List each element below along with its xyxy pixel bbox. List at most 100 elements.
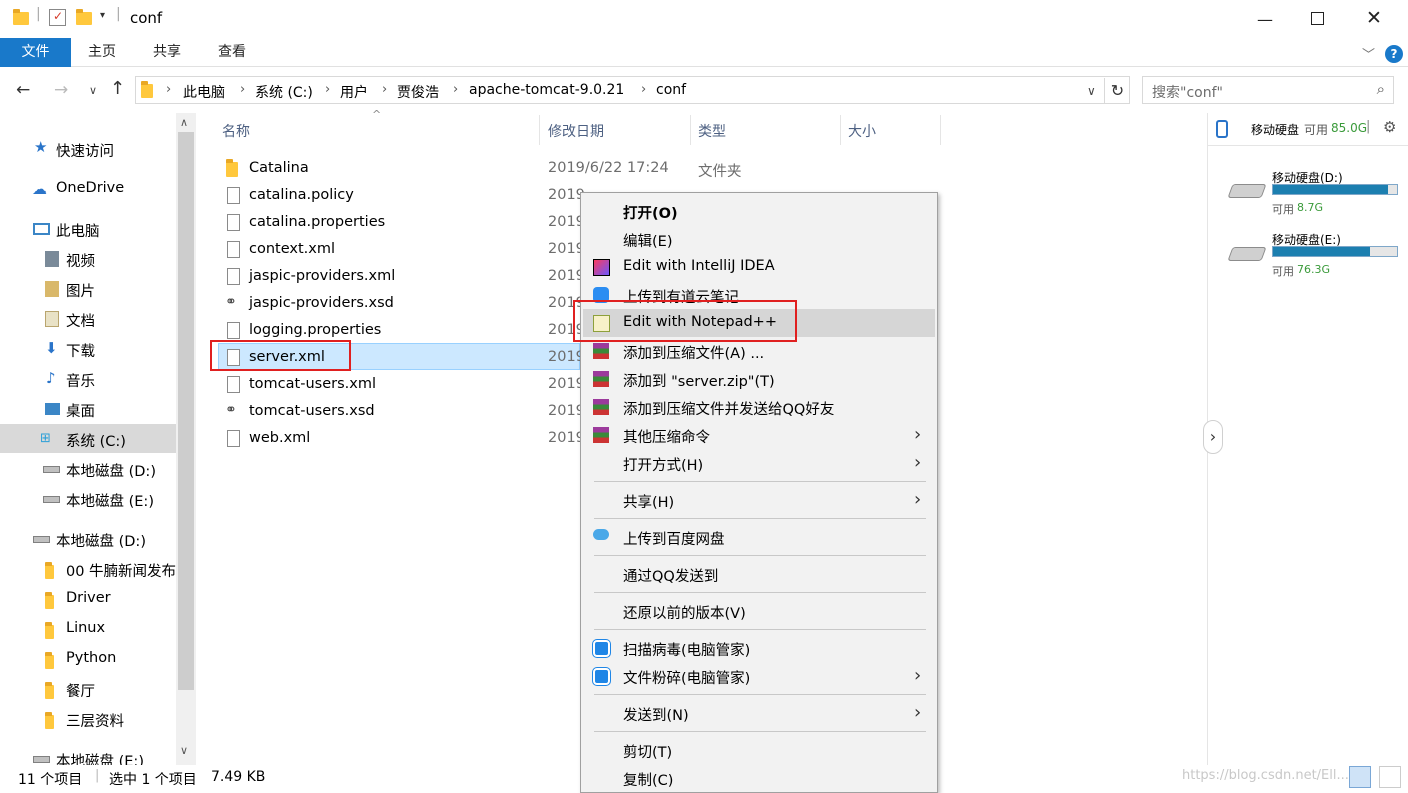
file-name: tomcat-users.xml (249, 376, 376, 392)
sort-ascending-icon: ^ (372, 108, 382, 121)
hard-drive-icon (33, 756, 50, 763)
new-folder-quick-button[interactable] (76, 9, 92, 25)
crumb-user-folder[interactable]: 贾俊浩 (397, 82, 439, 102)
tab-home[interactable]: 主页 (88, 38, 116, 67)
nav-this-pc[interactable]: 此电脑 (56, 220, 100, 241)
folder-icon (226, 159, 238, 177)
nav-local-d[interactable]: 本地磁盘 (D:) (66, 460, 156, 481)
tab-view[interactable]: 查看 (218, 38, 246, 67)
context-menu-separator (594, 629, 926, 630)
address-dropdown-chevron-icon[interactable]: ∨ (1087, 84, 1096, 98)
up-arrow-icon[interactable]: ↑ (110, 78, 125, 99)
file-name: catalina.policy (249, 187, 354, 203)
properties-quick-button[interactable]: ✓ (49, 9, 66, 26)
scroll-down-chevron-icon[interactable]: ∨ (180, 744, 188, 757)
nav-folder-python[interactable]: Python (66, 650, 116, 666)
nav-desktop[interactable]: 桌面 (66, 400, 95, 421)
details-view-button[interactable] (1349, 766, 1371, 788)
schema-file-icon: ⚭ (225, 402, 237, 418)
drive-e-usage-bar (1272, 246, 1398, 257)
maximize-button[interactable] (1311, 12, 1324, 25)
context-menu-label: 编辑(E) (623, 234, 673, 250)
context-menu-label: 打开(O) (623, 206, 678, 222)
minimize-button[interactable]: — (1257, 10, 1273, 29)
help-icon[interactable]: ? (1385, 45, 1403, 63)
search-input[interactable]: 搜索"conf" ⌕ (1142, 76, 1394, 104)
forward-arrow-icon[interactable]: → (54, 80, 68, 100)
gear-icon[interactable]: ⚙ (1383, 118, 1396, 136)
hard-drive-icon (33, 536, 50, 543)
star-icon: ★ (34, 138, 48, 156)
context-menu-label: 扫描病毒(电脑管家) (623, 643, 751, 659)
column-divider[interactable] (690, 115, 691, 145)
nav-downloads[interactable]: 下载 (66, 340, 95, 361)
nav-drive-d[interactable]: 本地磁盘 (D:) (56, 530, 146, 551)
nav-videos[interactable]: 视频 (66, 250, 95, 271)
column-header-type[interactable]: 类型 (698, 121, 726, 141)
crumb-users[interactable]: 用户 (340, 82, 368, 102)
file-name: Catalina (249, 160, 309, 176)
nav-folder-driver[interactable]: Driver (66, 590, 111, 606)
nav-scrollbar-thumb[interactable] (178, 132, 194, 690)
refresh-icon[interactable]: ↻ (1104, 78, 1130, 104)
nav-folder-three-tier[interactable]: 三层资料 (66, 710, 124, 731)
nav-pictures[interactable]: 图片 (66, 280, 95, 301)
baidu-netdisk-icon (593, 529, 609, 540)
tencent-pc-manager-icon (592, 667, 611, 686)
context-menu-label: 共享(H) (623, 495, 675, 511)
search-placeholder: 搜索"conf" (1152, 85, 1223, 101)
drive-d-usage-fill (1273, 185, 1389, 194)
column-divider[interactable] (940, 115, 941, 145)
nav-documents[interactable]: 文档 (66, 310, 95, 331)
file-name: jaspic-providers.xml (249, 268, 396, 284)
back-arrow-icon[interactable]: ← (16, 80, 30, 100)
nav-folder-restaurant[interactable]: 餐厅 (66, 680, 95, 701)
context-menu-separator (594, 592, 926, 593)
file-name: context.xml (249, 241, 335, 257)
column-header-date[interactable]: 修改日期 (548, 121, 604, 141)
scroll-up-chevron-icon[interactable]: ∧ (180, 116, 188, 129)
crumb-system-c[interactable]: 系统 (C:) (255, 82, 313, 102)
folder-icon (45, 562, 54, 579)
column-divider[interactable] (840, 115, 841, 145)
desktop-icon (45, 403, 60, 415)
nav-system-c[interactable]: 系统 (C:) (66, 430, 126, 451)
crumb-conf[interactable]: conf (656, 82, 686, 98)
context-menu: 打开(O) 编辑(E) Edit with IntelliJ IDEA 上传到有道云笔… (580, 192, 938, 793)
video-icon (45, 251, 59, 267)
column-header-name[interactable]: 名称 (222, 121, 250, 141)
status-size: 7.49 KB (211, 769, 266, 785)
annotation-highlight-box (573, 300, 797, 342)
tab-share[interactable]: 共享 (153, 38, 181, 67)
toolbar-divider: | (36, 6, 41, 22)
drive-e-usage-fill (1273, 247, 1370, 256)
pane-expand-chevron-icon[interactable]: › (1203, 420, 1223, 454)
address-folder-icon (141, 81, 153, 98)
drives-header-free-value: 85.0G (1331, 121, 1368, 135)
title-divider: | (116, 6, 121, 22)
watermark: https://blog.csdn.net/Ell... (1182, 768, 1349, 783)
nav-folder-linux[interactable]: Linux (66, 620, 105, 636)
tab-file[interactable]: 文件 (0, 38, 71, 67)
submenu-chevron-icon: › (914, 702, 922, 723)
nav-onedrive[interactable]: OneDrive (56, 180, 124, 196)
window-title: conf (130, 9, 163, 27)
pane-divider (1208, 145, 1408, 146)
quick-access-toolbar-dropdown[interactable]: ▾ (100, 10, 105, 21)
folder-icon (45, 712, 54, 729)
crumb-this-pc[interactable]: 此电脑 (183, 82, 225, 102)
nav-drive-e[interactable]: 本地磁盘 (E:) (56, 750, 144, 765)
column-header-size[interactable]: 大小 (848, 121, 876, 141)
close-button[interactable]: ✕ (1366, 7, 1382, 29)
nav-folder-niunan[interactable]: 00 牛腩新闻发布 (66, 560, 176, 581)
large-icons-view-button[interactable] (1379, 766, 1401, 788)
nav-local-e[interactable]: 本地磁盘 (E:) (66, 490, 154, 511)
crumb-separator-icon: › (641, 82, 647, 97)
file-name: catalina.properties (249, 214, 386, 230)
nav-music[interactable]: 音乐 (66, 370, 95, 391)
recent-locations-chevron-icon[interactable]: ∨ (89, 84, 97, 97)
nav-quick-access[interactable]: 快速访问 (56, 140, 114, 161)
crumb-tomcat[interactable]: apache-tomcat-9.0.21 (469, 82, 624, 98)
column-divider[interactable] (539, 115, 540, 145)
ribbon-expand-chevron-icon[interactable]: ﹀ (1362, 44, 1375, 63)
